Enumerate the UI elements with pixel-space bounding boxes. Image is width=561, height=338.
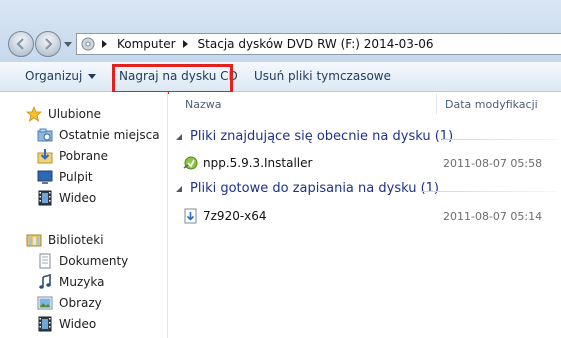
collapse-chevron-icon [174, 132, 184, 142]
nav-item-label: Muzyka [59, 275, 105, 289]
back-button[interactable] [8, 31, 34, 57]
breadcrumb-separator-icon[interactable] [101, 39, 111, 49]
nav-item-music[interactable]: Muzyka [37, 272, 104, 292]
nav-item-desktop[interactable]: Pulpit [37, 167, 93, 187]
pictures-icon [37, 295, 53, 311]
installer-icon [183, 155, 199, 171]
nav-item-label: Wideo [59, 317, 97, 331]
nav-item-video[interactable]: Wideo [37, 188, 96, 208]
arrow-left-icon [16, 38, 24, 50]
nav-libraries-label: Biblioteki [48, 233, 104, 247]
column-header: Nazwa Data modyfikacji [169, 92, 561, 116]
star-icon [26, 106, 42, 122]
file-name: 7z920-x64 [203, 209, 267, 223]
downloads-icon [37, 148, 53, 164]
nav-item-downloads[interactable]: Pobrane [37, 146, 108, 166]
desktop-icon [37, 169, 53, 185]
breadcrumb-separator-icon[interactable] [182, 39, 192, 49]
pending-burn-file-icon [183, 208, 199, 224]
group-divider [421, 191, 557, 192]
nav-item-documents[interactable]: Dokumenty [37, 251, 128, 271]
video-icon [37, 190, 53, 206]
drive-icon [81, 37, 95, 51]
file-list: Nazwa Data modyfikacji Pliki znajdujące … [169, 92, 561, 338]
nav-favorites-label: Ulubione [48, 107, 102, 121]
group-title: Pliki znajdujące się obecnie na dysku (1… [190, 129, 454, 144]
file-row[interactable]: npp.5.9.3.Installer 2011-08-07 05:58 [183, 154, 561, 172]
forward-button[interactable] [35, 31, 61, 57]
group-title: Pliki gotowe do zapisania na dysku (1) [190, 181, 440, 196]
nav-item-label: Obrazy [59, 296, 102, 310]
nav-item-video-library[interactable]: Wideo [37, 314, 96, 334]
breadcrumb-dvd-drive[interactable]: Stacja dysków DVD RW (F:) 2014-03-06 [198, 37, 434, 51]
nav-libraries[interactable]: Biblioteki [26, 230, 104, 250]
video-icon [37, 316, 53, 332]
collapse-chevron-icon [174, 184, 184, 194]
documents-icon [37, 253, 53, 269]
file-name: npp.5.9.3.Installer [203, 156, 313, 170]
nav-item-pictures[interactable]: Obrazy [37, 293, 102, 313]
column-date-header[interactable]: Data modyfikacji [445, 98, 538, 111]
nav-item-recent-places[interactable]: Ostatnie miejsca [37, 125, 160, 145]
arrow-right-icon [45, 38, 53, 50]
music-icon [37, 274, 53, 290]
nav-item-label: Wideo [59, 191, 97, 205]
column-divider[interactable] [436, 94, 437, 114]
highlight-frame [112, 64, 233, 94]
navigation-pane: Ulubione Ostatnie miejsca Pobrane Pulpit… [0, 92, 168, 338]
nav-item-label: Ostatnie miejsca [59, 128, 160, 142]
nav-item-label: Pulpit [59, 170, 93, 184]
command-toolbar: Organizuj Nagraj na dysku CD Usuń pliki … [0, 62, 561, 92]
group-header-on-disc[interactable]: Pliki znajdujące się obecnie na dysku (1… [174, 129, 453, 144]
column-name-header[interactable]: Nazwa [185, 98, 221, 111]
group-header-ready-to-burn[interactable]: Pliki gotowe do zapisania na dysku (1) [174, 181, 439, 196]
nav-favorites[interactable]: Ulubione [26, 104, 101, 124]
nav-item-label: Pobrane [59, 149, 109, 163]
address-bar-area: Komputer Stacja dysków DVD RW (F:) 2014-… [0, 0, 561, 62]
libraries-icon [26, 232, 42, 248]
recent-places-icon [37, 127, 53, 143]
organize-button[interactable]: Organizuj [25, 69, 97, 83]
file-date: 2011-08-07 05:14 [443, 209, 543, 223]
address-breadcrumb[interactable]: Komputer Stacja dysków DVD RW (F:) 2014-… [76, 33, 561, 55]
nav-item-label: Dokumenty [59, 254, 129, 268]
organize-label: Organizuj [25, 69, 83, 83]
chevron-down-icon [88, 74, 97, 79]
history-dropdown-icon[interactable] [64, 40, 72, 48]
file-date: 2011-08-07 05:58 [443, 156, 543, 170]
breadcrumb-computer[interactable]: Komputer [117, 37, 176, 51]
file-row[interactable]: 7z920-x64 2011-08-07 05:14 [183, 207, 561, 225]
delete-temp-files-button[interactable]: Usuń pliki tymczasowe [254, 69, 391, 83]
group-divider [442, 139, 557, 140]
